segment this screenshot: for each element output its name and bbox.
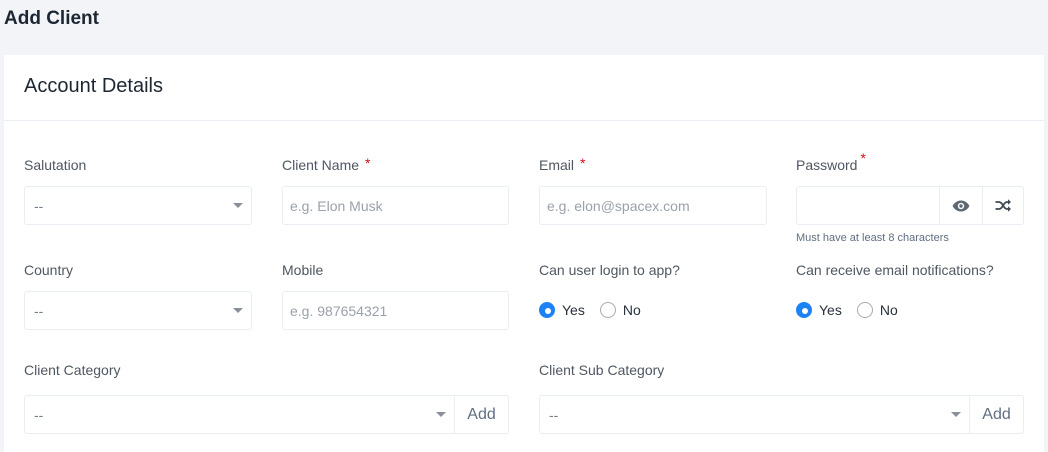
client-category-select[interactable]: -- Add [24,395,509,434]
show-password-button[interactable] [939,186,983,225]
mobile-label: Mobile [282,262,324,278]
login-label: Can user login to app? [539,262,680,278]
generate-password-button[interactable] [982,186,1024,225]
required-marker: * [860,150,866,166]
chevron-down-icon [951,412,961,417]
client-sub-category-value: -- [549,406,559,423]
add-client-sub-category-button[interactable]: Add [969,395,1024,434]
salutation-label: Salutation [24,157,87,173]
login-no-label[interactable]: No [623,302,641,318]
chevron-down-icon [233,203,243,208]
client-sub-category-select[interactable]: -- Add [539,395,1024,434]
chevron-down-icon [436,412,446,417]
notifications-no-label[interactable]: No [880,302,898,318]
password-hint: Must have at least 8 characters [796,232,949,244]
notifications-label: Can receive email notifications? [796,262,994,278]
add-label: Add [982,405,1011,423]
email-label: Email * [539,155,586,173]
login-yes-label[interactable]: Yes [562,302,585,318]
salutation-select[interactable]: -- [24,186,252,225]
account-details-card: Account Details Salutation -- Client Nam… [4,55,1044,452]
country-value: -- [34,302,44,319]
client-category-value: -- [34,406,44,423]
country-select[interactable]: -- [24,291,252,330]
password-input[interactable] [797,187,939,224]
notifications-yes-label[interactable]: Yes [819,302,842,318]
add-client-category-button[interactable]: Add [454,395,509,434]
login-radio-group: Yes No [539,302,656,318]
password-label: Password * [796,150,866,173]
salutation-value: -- [34,197,44,214]
mobile-field[interactable] [282,291,509,330]
eye-icon [952,200,970,211]
required-marker: * [580,155,586,171]
mobile-input[interactable] [290,292,508,329]
password-field[interactable] [796,186,1024,225]
email-field[interactable] [539,186,767,225]
shuffle-icon [995,199,1011,212]
chevron-down-icon [233,308,243,313]
login-no-radio[interactable] [599,302,616,318]
login-yes-radio[interactable] [539,302,555,318]
page-title: Add Client [4,8,99,29]
client-name-field[interactable] [282,186,509,225]
add-label: Add [467,405,496,423]
client-name-input[interactable] [290,187,508,224]
notifications-no-radio[interactable] [856,302,873,318]
client-sub-category-label: Client Sub Category [539,362,665,378]
country-label: Country [24,262,74,278]
email-input[interactable] [547,187,766,224]
required-marker: * [365,155,371,171]
client-name-label: Client Name * [282,155,371,173]
card-title: Account Details [4,55,1044,121]
notifications-yes-radio[interactable] [796,302,812,318]
notifications-radio-group: Yes No [796,302,913,318]
client-category-label: Client Category [24,362,121,378]
